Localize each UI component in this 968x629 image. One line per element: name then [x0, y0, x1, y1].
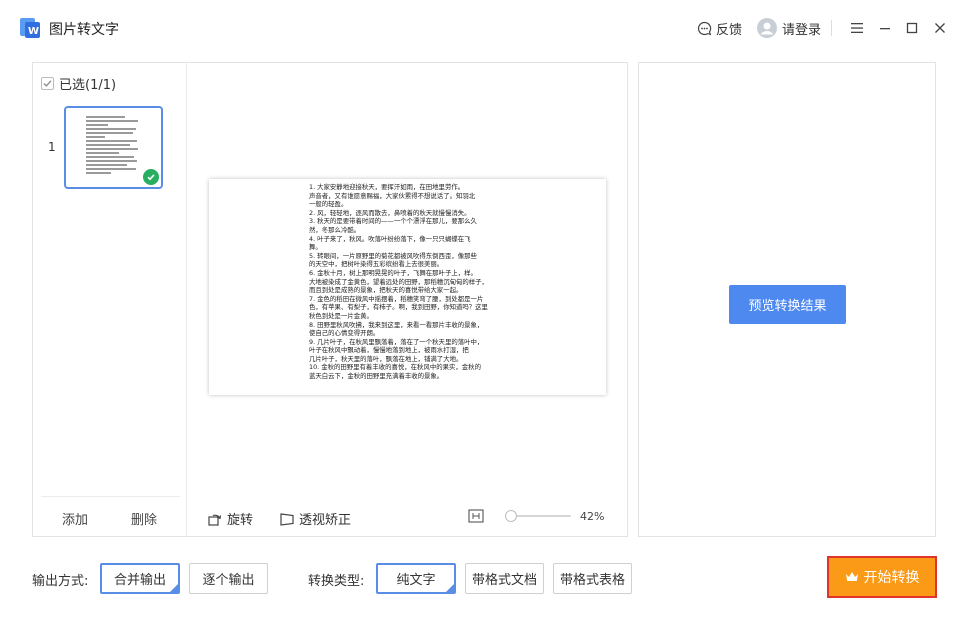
document-preview-page: 1. 大家安静地迎接秋天，要挥汗如雨，在田地里劳作。 声音者，又有谁愿意赐福，大家…: [209, 179, 606, 395]
perspective-icon: [280, 512, 294, 526]
start-conversion-label: 开始转换: [863, 570, 920, 586]
crown-icon: [845, 572, 858, 581]
document-line: 声音者，又有谁愿意赐福，大家伙累得不想说话了。知羽北: [309, 191, 476, 200]
login-button[interactable]: 请登录: [757, 16, 821, 40]
feedback-label: 反馈: [716, 22, 743, 38]
document-line: 而且到处是成熟的景象，把秋天的喜悦带给大家一起。: [309, 286, 463, 295]
rotate-label: 旋转: [227, 513, 254, 528]
document-line: 7. 金色的稻田在微风中摇摆着，稻穗笑弯了腰，到处都是一片: [309, 294, 484, 303]
merge-output-label: 合并输出: [113, 573, 166, 588]
document-line: 6. 金秋十月，树上那明晃晃的叶子，飞舞在那叶子上，样。: [309, 268, 477, 277]
document-line: 5. 转眼间，一片原野里的菊花都被风吹得东倒西歪，像那些: [309, 251, 477, 260]
result-preview-panel: 预览转换结果: [638, 62, 936, 537]
zoom-percentage: 42%: [580, 510, 605, 523]
document-line: 的天空中，把树叶染得五彩缤纷看上去很美丽。: [309, 260, 444, 269]
minimize-icon: [880, 28, 890, 30]
zoom-slider[interactable]: [505, 510, 571, 522]
selected-check-icon: [143, 169, 159, 185]
close-icon: [935, 23, 945, 33]
delete-button[interactable]: 删除: [131, 509, 157, 528]
rotate-button[interactable]: 旋转: [207, 509, 253, 528]
document-line: 大地被染成了金黄色，望着远处的田野，那稻穗沉甸甸的样子，: [309, 277, 488, 286]
menu-button[interactable]: [847, 18, 867, 38]
document-line: 8. 田野里秋风吹拂，我来到这里，来看一看那片丰收的景象，: [309, 320, 484, 329]
hamburger-menu-icon: [851, 23, 863, 33]
formatted-doc-option[interactable]: 带格式文档: [465, 563, 544, 594]
output-mode-label: 输出方式:: [32, 574, 89, 589]
document-line: 1. 大家安静地迎接秋天，要挥汗如雨，在田地里劳作。: [309, 183, 465, 191]
document-line: 然，冬那么冷酷。: [309, 225, 361, 234]
svg-text:W: W: [28, 26, 39, 37]
perspective-label: 透视矫正: [299, 513, 352, 528]
checkbox-box: [41, 77, 54, 90]
merge-output-option[interactable]: 合并输出: [100, 563, 180, 594]
thumbnail-sidebar: 已选(1/1) 1 添加 删除: [33, 63, 187, 536]
document-line: 几片叶子，秋天里的落叶，飘落在地上，铺满了大地。: [309, 354, 463, 363]
separate-output-label: 逐个输出: [202, 573, 255, 588]
select-all-checkbox[interactable]: 已选(1/1): [41, 74, 116, 93]
convert-type-label: 转换类型:: [308, 574, 365, 589]
separate-output-option[interactable]: 逐个输出: [189, 563, 268, 594]
thumbnail-index: 1: [48, 140, 56, 154]
select-all-label: 已选(1/1): [59, 78, 117, 93]
add-button[interactable]: 添加: [62, 509, 88, 528]
document-line: 2. 风，轻轻地，逐风而散去，鼻喷着的秋天就慢慢消失。: [309, 208, 471, 217]
workspace-panel: 已选(1/1) 1 添加 删除 1. 大家安静地迎接秋天，要挥汗如雨，在田地里劳…: [32, 62, 628, 537]
start-conversion-button[interactable]: 开始转换: [827, 556, 937, 598]
document-line: 使自己的心情变得开朗。: [309, 329, 380, 338]
thumbnail-actions-divider: [41, 496, 180, 497]
checkmark-icon: [43, 80, 52, 87]
thumbnail-page-image: [86, 116, 141, 180]
document-line: 蓝天白云下，金秋的田野里充满着丰收的景象。: [309, 372, 444, 381]
feedback-icon: [697, 21, 712, 35]
document-line: 10. 金秋的田野里有着丰收的喜悦，在秋风中的果实，金秋的: [309, 363, 481, 372]
document-line: 一般的轻盈。: [309, 200, 348, 209]
formatted-doc-label: 带格式文档: [471, 573, 537, 588]
feedback-button[interactable]: 反馈: [697, 18, 742, 38]
document-line: 叶子在秋风中飘动着，慢慢地落到地上，被雨水打湿，把: [309, 346, 469, 355]
minimize-button[interactable]: [875, 18, 895, 38]
image-preview-area: 1. 大家安静地迎接秋天，要挥汗如雨，在田地里劳作。 声音者，又有谁愿意赐福，大家…: [187, 63, 627, 536]
document-line: 3. 秋天的是要带着时间的——一个个漂浮在那儿，要那么久: [309, 217, 477, 226]
document-line: 4. 叶子来了，秋风。吹落叶纷纷落下，像一只只蝴蝶在飞: [309, 234, 471, 243]
rotate-icon: [208, 514, 222, 526]
document-line: 9. 几片叶子，在秋风里飘落着，落在了一个秋天里的落叶中，: [309, 337, 484, 346]
plain-text-option[interactable]: 纯文字: [376, 563, 456, 594]
formatted-table-option[interactable]: 带格式表格: [553, 563, 632, 594]
document-line: 舞。: [309, 243, 322, 252]
thumbnail-card[interactable]: [64, 106, 163, 189]
maximize-button[interactable]: [902, 18, 922, 38]
app-title: 图片转文字: [49, 22, 119, 38]
document-line: 秋色到处是一片金黄。: [309, 311, 373, 320]
zoom-slider-handle[interactable]: [505, 510, 517, 522]
document-line: 色，有苹果、有梨子，有柿子。啊，我到田野，你知道吗？这里: [309, 303, 488, 312]
plain-text-label: 纯文字: [396, 573, 436, 588]
maximize-icon: [906, 22, 918, 34]
avatar-icon: [757, 18, 777, 38]
title-bar: W 图片转文字 反馈 请登录: [0, 0, 968, 56]
perspective-correction-button[interactable]: 透视矫正: [279, 509, 351, 528]
fit-to-screen-icon[interactable]: [468, 509, 484, 523]
close-button[interactable]: [930, 18, 950, 38]
login-label: 请登录: [782, 22, 822, 38]
titlebar-divider: [831, 20, 832, 36]
app-logo-icon: W: [20, 18, 40, 38]
document-preview-text: 1. 大家安静地迎接秋天，要挥汗如雨，在田地里劳作。 声音者，又有谁愿意赐福，大家…: [309, 183, 505, 381]
formatted-table-label: 带格式表格: [559, 573, 625, 588]
preview-result-button[interactable]: 预览转换结果: [729, 285, 846, 324]
